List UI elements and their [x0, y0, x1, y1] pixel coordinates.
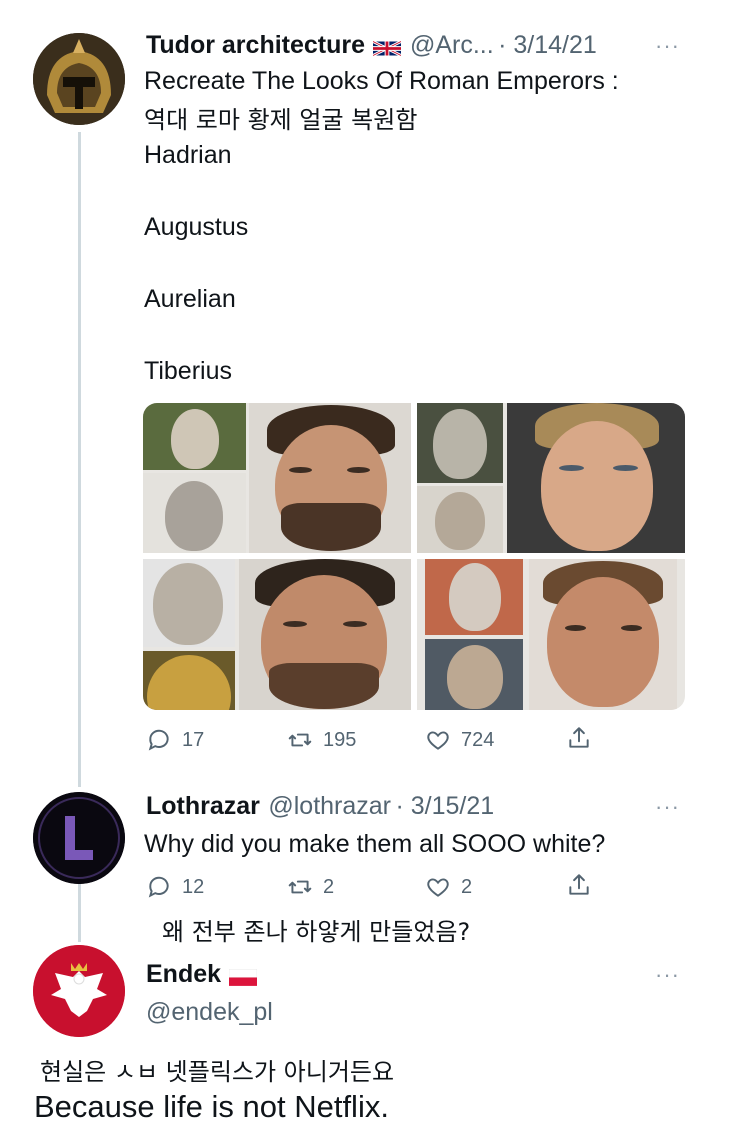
heart-icon	[427, 731, 449, 750]
retweet-button[interactable]: 195	[287, 727, 356, 753]
tweet-text: Why did you make them all SOOO white?	[144, 830, 606, 858]
like-count: 2	[461, 875, 473, 898]
more-options-icon[interactable]: ···	[655, 962, 680, 988]
bust-thumb-2	[143, 473, 246, 553]
face-hadrian	[249, 403, 411, 553]
korean-caption: 역대 로마 황제 얼굴 복원함	[144, 106, 418, 134]
face-aurelian	[239, 559, 411, 710]
like-button[interactable]: 2	[425, 874, 472, 900]
share-icon	[569, 727, 589, 748]
image-hadrian[interactable]	[143, 403, 411, 553]
retweet-count: 195	[323, 728, 357, 751]
share-icon	[569, 874, 589, 895]
retweet-icon	[288, 733, 312, 747]
like-count: 724	[461, 728, 495, 751]
avatar-lothrazar[interactable]	[33, 792, 125, 884]
display-name[interactable]: Endek	[146, 960, 221, 988]
display-name[interactable]: Lothrazar	[146, 792, 260, 820]
like-button[interactable]: 724	[425, 727, 494, 753]
share-button[interactable]	[566, 725, 592, 751]
emperor-name-tiberius: Tiberius	[144, 357, 232, 385]
avatar-endek[interactable]	[33, 945, 125, 1037]
lothrazar-logo-icon	[33, 792, 125, 884]
bust-thumb-3	[417, 403, 503, 483]
display-name[interactable]: Tudor architecture	[146, 31, 365, 59]
tweet-title: Recreate The Looks Of Roman Emperors :	[144, 67, 619, 95]
image-tiberius[interactable]	[417, 559, 685, 710]
helmet-icon	[33, 33, 125, 125]
image-augustus[interactable]	[417, 403, 685, 553]
bust-thumb-4	[417, 486, 503, 553]
korean-caption: 현실은 ㅅㅂ 넷플릭스가 아니거든요	[40, 1058, 395, 1086]
poland-flag-icon	[229, 969, 258, 987]
avatar-tudor[interactable]	[33, 33, 125, 125]
timestamp[interactable]: · 3/14/21	[498, 31, 597, 59]
reply-button[interactable]: 17	[146, 727, 204, 753]
share-button[interactable]	[566, 872, 592, 898]
handle[interactable]: @endek_pl	[146, 998, 273, 1027]
bust-thumb-5	[143, 559, 235, 647]
white-eagle-icon	[33, 945, 125, 1037]
reply-icon	[148, 729, 169, 751]
more-options-icon[interactable]: ···	[655, 794, 680, 820]
reply-icon	[148, 876, 169, 898]
reply-count: 17	[182, 728, 205, 751]
handle[interactable]: @lothrazar	[268, 792, 391, 820]
bust-thumb-6	[425, 559, 523, 635]
image-aurelian[interactable]	[143, 559, 411, 710]
face-augustus	[507, 403, 685, 553]
retweet-button[interactable]: 2	[287, 874, 334, 900]
reply-button[interactable]: 12	[146, 874, 204, 900]
tweet-text: Because life is not Netflix.	[34, 1089, 389, 1124]
coin-thumb	[143, 651, 235, 710]
handle[interactable]: @Arc...	[410, 31, 494, 59]
media-grid[interactable]	[143, 403, 685, 710]
reply-count: 12	[182, 875, 205, 898]
bust-thumb-1	[143, 403, 246, 470]
emperor-name-hadrian: Hadrian	[144, 141, 232, 169]
emperor-name-augustus: Augustus	[144, 213, 249, 241]
emperor-name-aurelian: Aurelian	[144, 285, 236, 313]
bust-thumb-7	[425, 639, 523, 710]
more-options-icon[interactable]: ···	[655, 33, 680, 59]
korean-caption: 왜 전부 존나 하얗게 만들었음?	[162, 918, 471, 946]
face-tiberius	[529, 559, 677, 710]
heart-icon	[427, 878, 449, 897]
thread-line-1	[78, 132, 81, 787]
timestamp[interactable]: · 3/15/21	[395, 792, 494, 820]
retweet-count: 2	[323, 875, 335, 898]
uk-flag-icon	[373, 40, 402, 58]
retweet-icon	[288, 880, 312, 894]
